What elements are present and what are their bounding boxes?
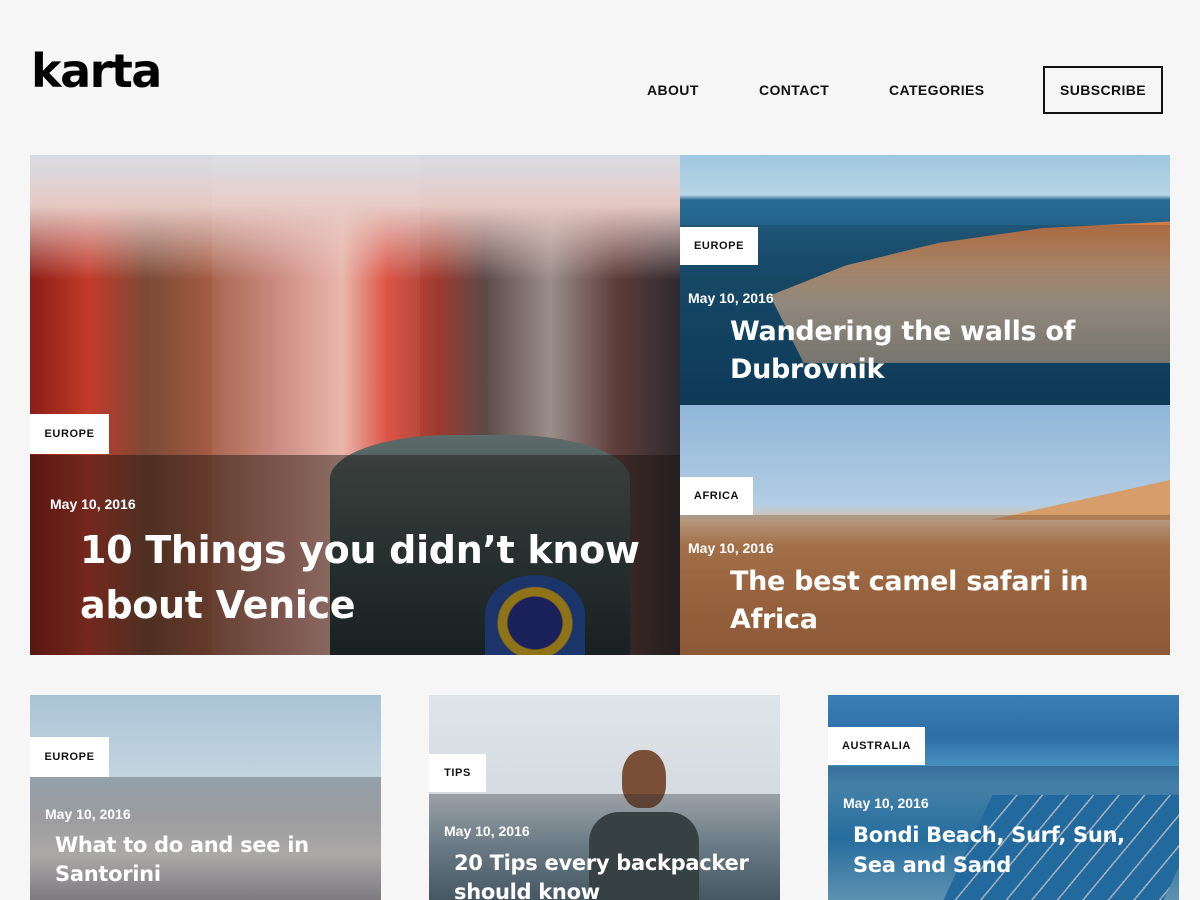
nav-categories-link[interactable]: CATEGORIES bbox=[889, 82, 985, 98]
post-title[interactable]: 20 Tips every backpacker should know bbox=[454, 849, 754, 900]
category-badge[interactable]: AFRICA bbox=[680, 477, 753, 515]
post-title[interactable]: What to do and see in Santorini bbox=[55, 831, 355, 889]
post-date: May 10, 2016 bbox=[50, 496, 136, 512]
nav-contact-link[interactable]: CONTACT bbox=[759, 82, 829, 98]
category-badge[interactable]: EUROPE bbox=[30, 737, 109, 777]
site-logo[interactable]: karta bbox=[31, 48, 162, 94]
post-title[interactable]: 10 Things you didn’t know about Venice bbox=[80, 523, 640, 633]
post-title[interactable]: Bondi Beach, Surf, Sun, Sea and Sand bbox=[853, 820, 1173, 880]
category-badge[interactable]: EUROPE bbox=[680, 227, 758, 265]
post-card-santorini[interactable]: EUROPE May 10, 2016 What to do and see i… bbox=[30, 695, 381, 900]
post-date: May 10, 2016 bbox=[444, 823, 530, 839]
category-badge[interactable]: TIPS bbox=[429, 754, 486, 792]
nav-about-link[interactable]: ABOUT bbox=[647, 82, 699, 98]
post-title[interactable]: Wandering the walls of Dubrovnik bbox=[730, 313, 1160, 389]
category-badge[interactable]: EUROPE bbox=[30, 414, 109, 454]
featured-post-venice[interactable]: EUROPE May 10, 2016 10 Things you didn’t… bbox=[30, 155, 680, 655]
post-date: May 10, 2016 bbox=[45, 806, 131, 822]
post-date: May 10, 2016 bbox=[688, 290, 774, 306]
post-date: May 10, 2016 bbox=[843, 795, 929, 811]
post-title[interactable]: The best camel safari in Africa bbox=[730, 563, 1160, 639]
post-date: May 10, 2016 bbox=[688, 540, 774, 556]
post-card-bondi[interactable]: AUSTRALIA May 10, 2016 Bondi Beach, Surf… bbox=[828, 695, 1179, 900]
featured-post-dubrovnik[interactable]: EUROPE May 10, 2016 Wandering the walls … bbox=[680, 155, 1170, 405]
category-badge[interactable]: AUSTRALIA bbox=[828, 727, 925, 765]
featured-post-africa[interactable]: AFRICA May 10, 2016 The best camel safar… bbox=[680, 405, 1170, 655]
post-card-backpacker[interactable]: TIPS May 10, 2016 20 Tips every backpack… bbox=[429, 695, 780, 900]
subscribe-button[interactable]: SUBSCRIBE bbox=[1043, 66, 1163, 114]
